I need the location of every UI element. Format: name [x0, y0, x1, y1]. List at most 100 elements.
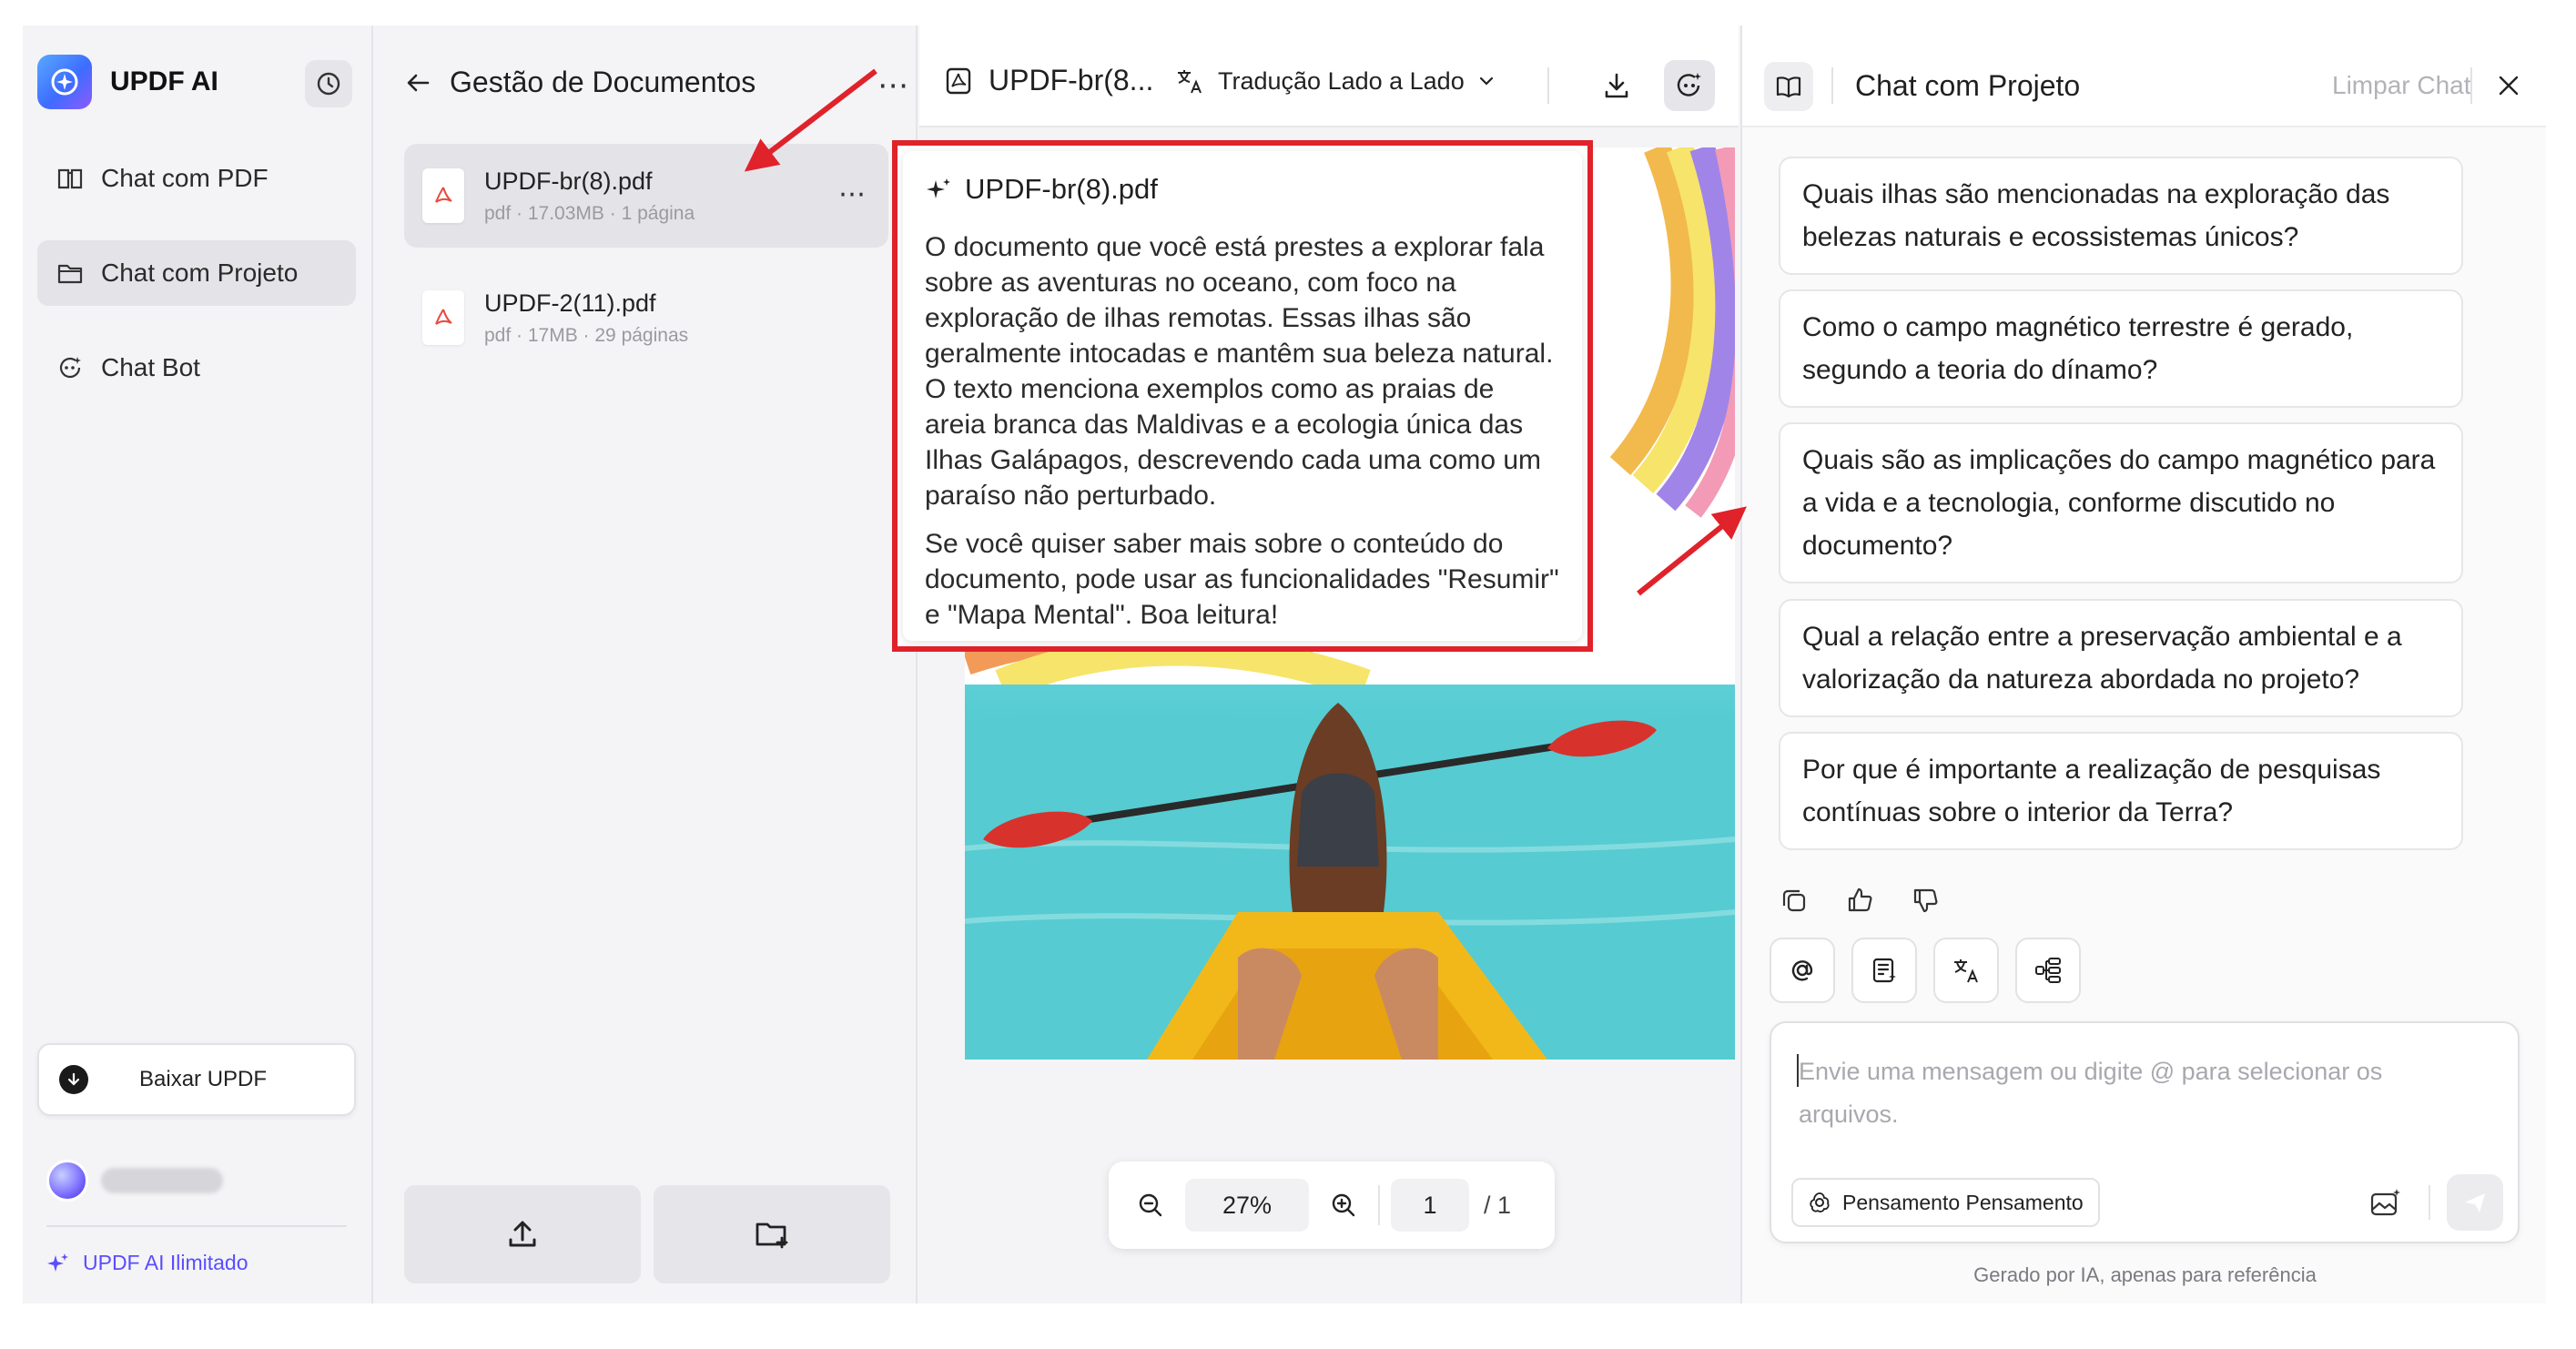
- close-icon: [2499, 76, 2519, 96]
- nav-label: Chat com PDF: [101, 164, 269, 192]
- zoom-level[interactable]: 27%: [1185, 1179, 1309, 1232]
- suggested-question[interactable]: Quais ilhas são mencionadas na exploraçã…: [1779, 157, 2463, 275]
- divider: [2429, 1185, 2430, 1220]
- chat-panel: Chat com Projeto Limpar Chat Quais ilhas…: [1740, 25, 2546, 1303]
- updf-ai-logo-icon: [37, 55, 92, 109]
- thumbs-up-icon: [1848, 888, 1872, 912]
- suggested-question[interactable]: Quais são as implicações do campo magnét…: [1779, 422, 2463, 583]
- divider: [1547, 67, 1549, 104]
- file-item[interactable]: UPDF-2(11).pdf pdf · 17MB · 29 páginas: [404, 266, 888, 370]
- close-panel-button[interactable]: [2489, 66, 2529, 106]
- send-icon: [2465, 1193, 2485, 1212]
- zoom-out-button[interactable]: [1127, 1182, 1174, 1229]
- knowledge-button[interactable]: [1764, 62, 1813, 111]
- thumbs-up-button[interactable]: [1844, 885, 1875, 916]
- upload-button[interactable]: [404, 1185, 641, 1283]
- pdf-file-icon: [422, 168, 464, 223]
- copy-button[interactable]: [1779, 885, 1810, 916]
- file-more-icon[interactable]: ⋯: [838, 178, 867, 210]
- download-file-button[interactable]: [1593, 62, 1640, 109]
- page-total: / 1: [1484, 1191, 1512, 1219]
- translate-icon: [1954, 959, 1978, 983]
- mind-map-button[interactable]: [2015, 938, 2081, 1003]
- chat-header: Chat com Projeto Limpar Chat: [1742, 25, 2546, 127]
- translate-dropdown[interactable]: Tradução Lado a Lado: [1174, 66, 1496, 96]
- back-arrow-icon[interactable]: [404, 69, 431, 96]
- viewer-toolbar: UPDF-br(8... Tradução Lado a Lado: [919, 25, 1739, 127]
- mind-map-icon: [2035, 958, 2061, 983]
- translate-label: Tradução Lado a Lado: [1218, 66, 1465, 95]
- summarize-button[interactable]: [1851, 938, 1917, 1003]
- ai-assistant-button[interactable]: [1664, 60, 1715, 111]
- thinking-mode-button[interactable]: Pensamento Pensamento: [1791, 1178, 2100, 1227]
- file-item[interactable]: UPDF-br(8).pdf pdf · 17.03MB · 1 página …: [404, 144, 888, 248]
- thumbs-down-icon: [1913, 888, 1938, 913]
- zoom-out-icon: [1139, 1193, 1162, 1217]
- nav-chat-project[interactable]: Chat com Projeto: [37, 240, 356, 306]
- thumbs-down-button[interactable]: [1910, 885, 1941, 916]
- plan-label: UPDF AI Ilimitado: [83, 1251, 248, 1274]
- book-open-icon: [1776, 76, 1801, 98]
- nav-chat-pdf[interactable]: Chat com PDF: [37, 146, 356, 211]
- pdf-document-icon: [946, 67, 971, 94]
- zoom-bar: 27% 1 / 1: [1109, 1161, 1555, 1249]
- summary-icon: [1872, 958, 1896, 983]
- summary-paragraph: Se você quiser saber mais sobre o conteú…: [925, 529, 1559, 630]
- clock-icon: [317, 72, 340, 96]
- avatar: [46, 1160, 88, 1202]
- file-name: UPDF-2(11).pdf: [484, 289, 656, 317]
- new-folder-button[interactable]: [654, 1185, 890, 1283]
- chat-title: Chat com Projeto: [1855, 69, 2081, 102]
- divider: [1831, 67, 1833, 104]
- history-button[interactable]: [305, 60, 352, 107]
- divider: [2470, 67, 2472, 104]
- more-options-icon[interactable]: ⋯: [877, 67, 909, 104]
- translate-button[interactable]: [1933, 938, 1999, 1003]
- mention-button[interactable]: [1770, 938, 1835, 1003]
- suggested-question[interactable]: Qual a relação entre a preservação ambie…: [1779, 599, 2463, 717]
- send-button[interactable]: [2447, 1174, 2503, 1231]
- sparkle-icon: [47, 1253, 68, 1272]
- bot-icon: [59, 357, 81, 379]
- pdf-file-icon: [422, 290, 464, 345]
- docs-title: Gestão de Documentos: [450, 66, 756, 98]
- page-number-input[interactable]: 1: [1391, 1179, 1469, 1232]
- download-icon: [1605, 73, 1628, 98]
- brain-icon: [1810, 1192, 1830, 1212]
- sidebar: UPDF AI Chat com PDF Chat com Projeto Ch…: [23, 25, 373, 1303]
- chevron-down-icon: [1479, 76, 1493, 86]
- app-window: UPDF AI Chat com PDF Chat com Projeto Ch…: [23, 25, 2546, 1303]
- kayak-photo: [965, 685, 1735, 1060]
- file-name: UPDF-br(8).pdf: [484, 167, 653, 195]
- user-account[interactable]: [46, 1160, 223, 1202]
- book-chat-icon: [57, 168, 83, 189]
- summary-title: UPDF-br(8).pdf: [925, 173, 1562, 206]
- nav-label: Chat Bot: [101, 353, 200, 381]
- zoom-in-icon: [1332, 1193, 1355, 1217]
- summary-paragraph: O documento que você está prestes a expl…: [925, 232, 1554, 511]
- folder-chat-icon: [57, 264, 83, 284]
- clear-chat-button[interactable]: Limpar Chat: [2332, 71, 2471, 100]
- nav-label: Chat com Projeto: [101, 259, 299, 287]
- response-actions: [1779, 885, 1941, 916]
- download-updf-button[interactable]: Baixar UPDF: [37, 1043, 356, 1116]
- zoom-in-button[interactable]: [1320, 1182, 1367, 1229]
- thinking-label: Pensamento Pensamento: [1842, 1190, 2084, 1214]
- file-meta: pdf · 17.03MB · 1 página: [484, 202, 695, 224]
- at-sign-icon: [1791, 960, 1813, 981]
- download-label: Baixar UPDF: [139, 1067, 268, 1091]
- nav-chat-bot[interactable]: Chat Bot: [37, 335, 356, 401]
- chat-tools: [1770, 938, 2081, 1003]
- brand: UPDF AI: [37, 55, 218, 109]
- suggested-question[interactable]: Por que é importante a realização de pes…: [1779, 732, 2463, 850]
- viewer-file-title: UPDF-br(8...: [943, 64, 1153, 97]
- document-panel: Gestão de Documentos ⋯ UPDF-br(8).pdf pd…: [375, 25, 918, 1303]
- image-upload-button[interactable]: [2363, 1180, 2409, 1225]
- suggested-question[interactable]: Como o campo magnético terrestre é gerad…: [1779, 289, 2463, 408]
- upload-icon: [509, 1221, 536, 1247]
- chat-input[interactable]: Envie uma mensagem ou digite @ para sele…: [1770, 1021, 2520, 1243]
- chat-input-placeholder[interactable]: Envie uma mensagem ou digite @ para sele…: [1799, 1050, 2436, 1136]
- translate-icon: [1178, 70, 1202, 94]
- file-meta: pdf · 17MB · 29 páginas: [484, 324, 689, 346]
- plan-link[interactable]: UPDF AI Ilimitado: [46, 1251, 248, 1275]
